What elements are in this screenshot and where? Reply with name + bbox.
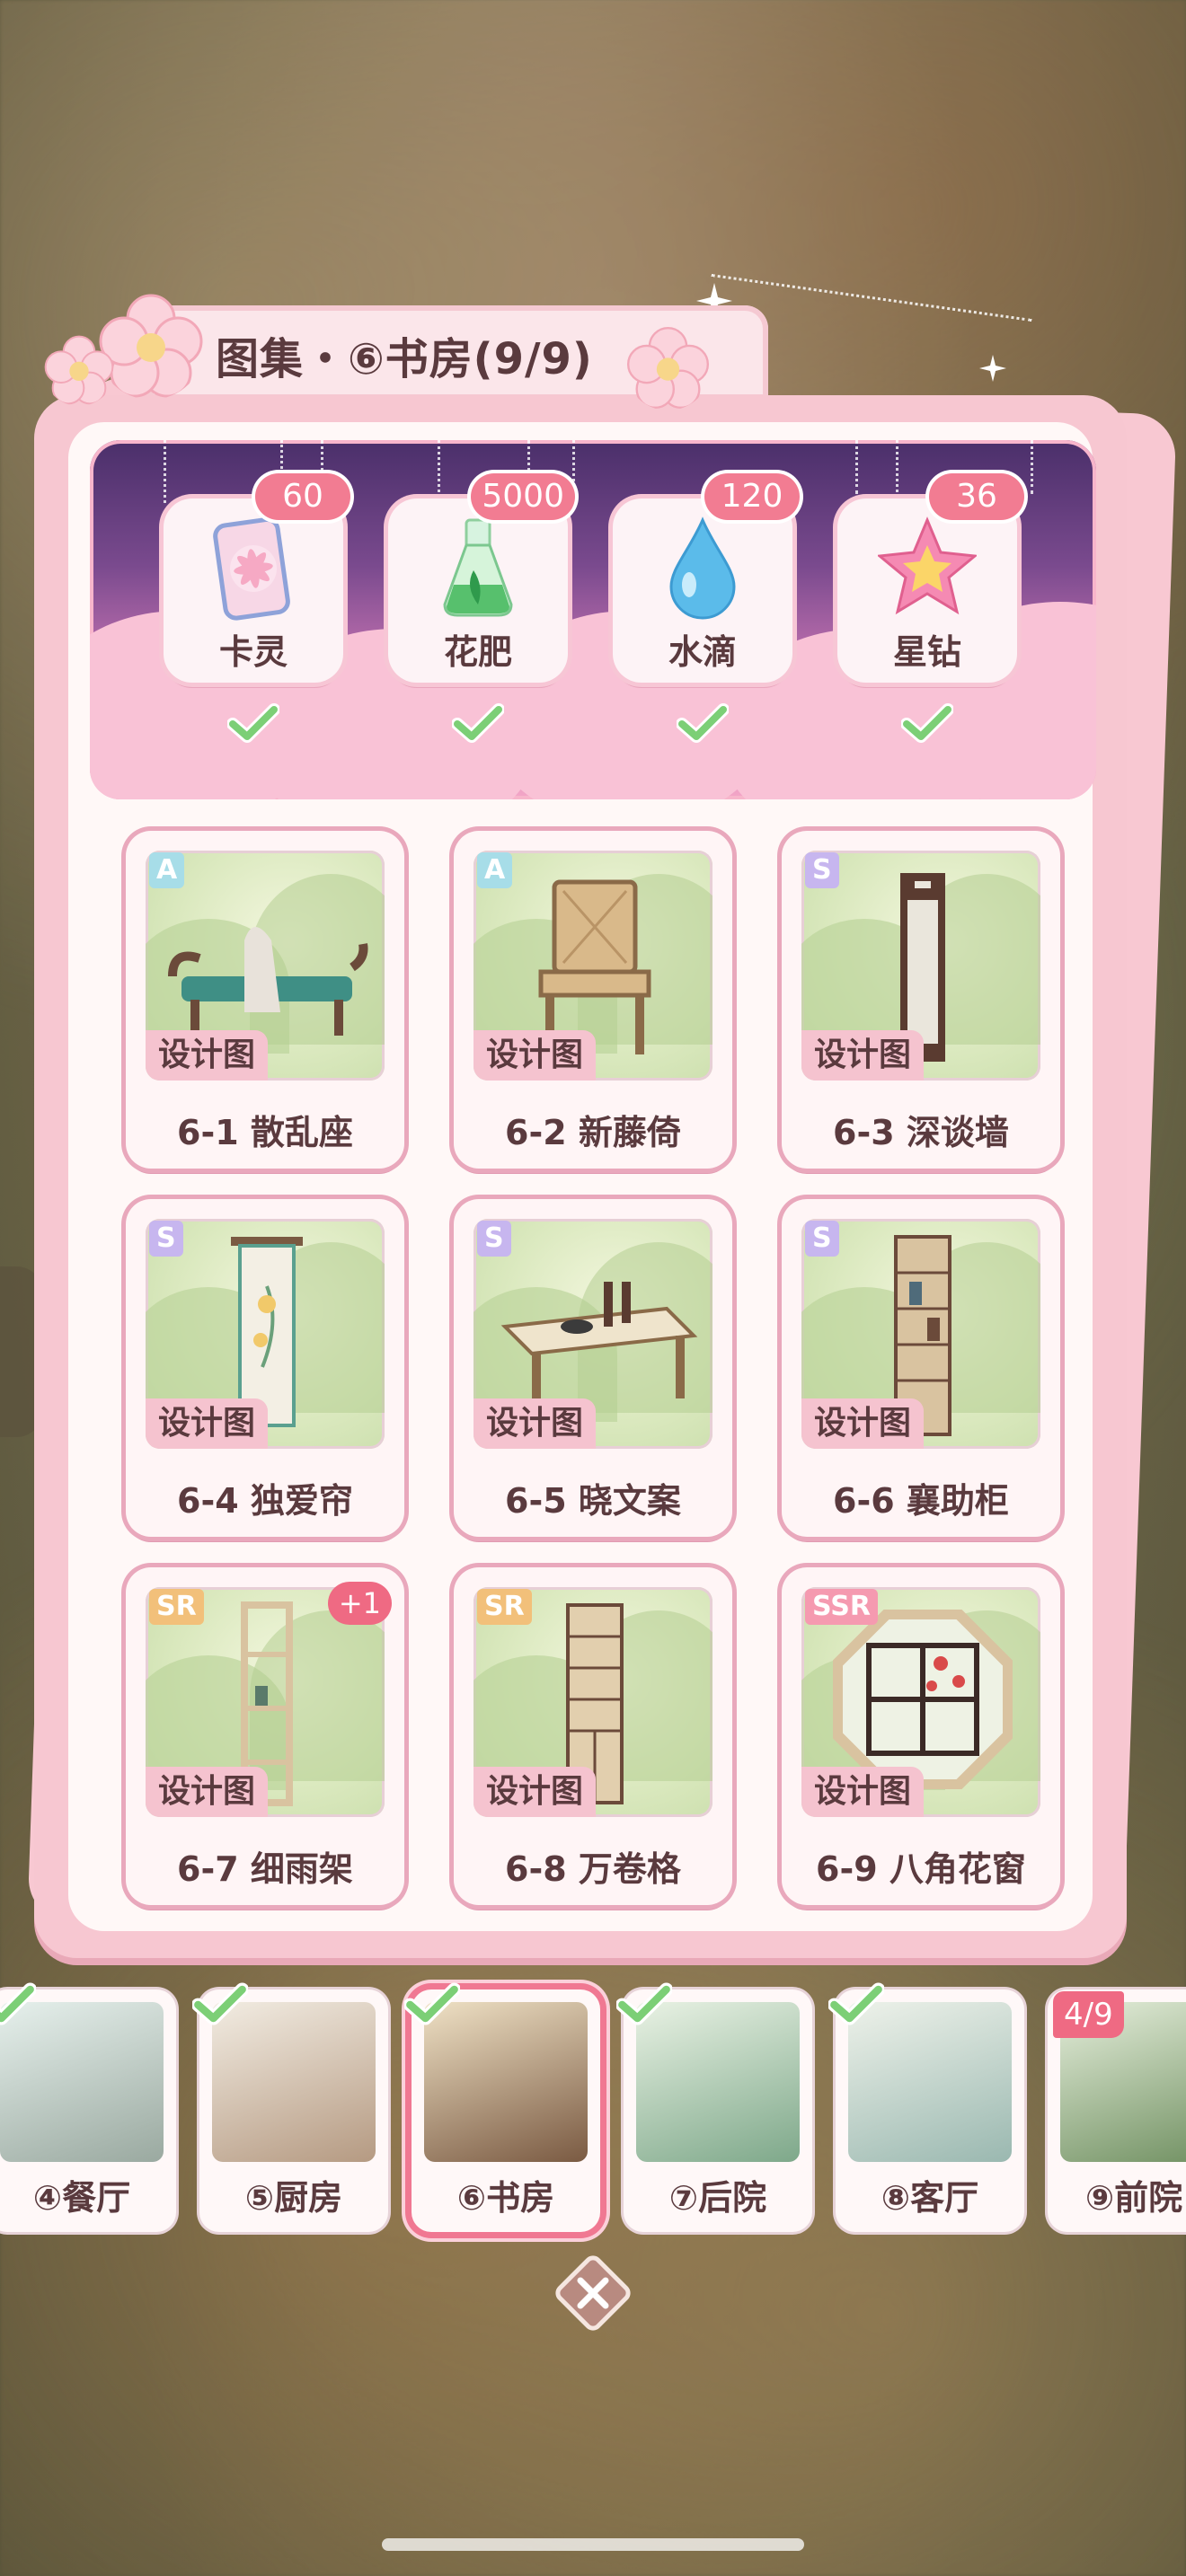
fertilizer-flask-icon (443, 518, 513, 617)
item-card[interactable]: S 设计图 6-4 独爱帘 (126, 1199, 404, 1537)
room-label: ⑨前院 (1085, 2178, 1183, 2218)
item-card[interactable]: SR +1 设计图 6-7 细雨架 (126, 1567, 404, 1905)
blueprint-tag: 设计图 (146, 1398, 269, 1449)
water-drop-icon (669, 516, 736, 620)
reward-fertilizer[interactable]: 花肥 5000 (388, 473, 575, 683)
check-icon (616, 1982, 672, 2025)
rarity-badge: S (805, 1221, 839, 1257)
reward-count-badge: 120 (704, 473, 800, 520)
item-name: 6-3 深谈墙 (833, 1113, 1009, 1152)
close-button[interactable] (550, 2250, 636, 2336)
item-name: 6-6 襄助柜 (833, 1481, 1009, 1521)
room-tab-kitchen[interactable]: ⑤厨房 (192, 1982, 388, 2232)
blueprint-tag: 设计图 (801, 1398, 925, 1449)
item-card[interactable]: SR 设计图 6-8 万卷格 (454, 1567, 732, 1905)
room-tab-backyard[interactable]: ⑦后院 (616, 1982, 812, 2232)
rarity-badge: A (477, 852, 513, 888)
room-label: ④餐厅 (32, 2178, 131, 2218)
check-icon (452, 703, 504, 743)
item-card[interactable]: S 设计图 6-3 深谈墙 (782, 831, 1060, 1169)
cherry-blossom-icon (99, 294, 203, 398)
check-icon (828, 1982, 884, 2025)
item-name: 6-2 新藤倚 (505, 1113, 681, 1152)
item-card[interactable]: SSR 设计图 6-9 八角花窗 (782, 1567, 1060, 1905)
page-title: 图集・⑥书房(9/9) (216, 334, 593, 384)
room-progress-badge: 4/9 (1053, 1991, 1124, 2038)
room-label: ⑥书房 (456, 2178, 555, 2218)
cherry-blossom-icon (626, 326, 710, 410)
check-icon (677, 703, 729, 743)
item-card[interactable]: S 设计图 6-5 晓文案 (454, 1199, 732, 1537)
room-tab-study[interactable]: ⑥书房 (404, 1982, 600, 2232)
room-label: ⑧客厅 (881, 2178, 979, 2218)
item-name: 6-8 万卷格 (505, 1849, 681, 1889)
item-card[interactable]: A 设计图 6-2 新藤倚 (454, 831, 732, 1169)
reward-count-badge: 60 (255, 473, 350, 520)
octagon-window-icon (833, 1610, 1013, 1789)
reward-label: 花肥 (443, 632, 512, 672)
home-indicator[interactable] (382, 2538, 804, 2551)
item-name: 6-9 八角花窗 (816, 1849, 1026, 1889)
item-name: 6-5 晓文案 (505, 1481, 681, 1521)
blueprint-tag: 设计图 (146, 1030, 269, 1081)
room-tab-living[interactable]: ⑧客厅 (828, 1982, 1024, 2232)
new-count-badge: +1 (327, 1582, 392, 1625)
rarity-badge: SR (149, 1589, 204, 1625)
room-label: ⑦后院 (668, 2178, 767, 2218)
rarity-badge: S (805, 852, 839, 888)
check-icon (901, 703, 953, 743)
reward-card-spirit[interactable]: 卡灵 60 (164, 473, 350, 683)
rarity-badge: SSR (805, 1589, 878, 1625)
blueprint-tag: 设计图 (146, 1767, 269, 1817)
item-card[interactable]: A 设计图 6-1 散乱座 (126, 831, 404, 1169)
room-label: ⑤厨房 (244, 2178, 343, 2218)
daybed-icon (168, 927, 368, 1036)
reward-label: 水滴 (668, 632, 737, 672)
blueprint-tag: 设计图 (801, 1030, 925, 1081)
star-diamond-icon (878, 516, 977, 615)
blueprint-tag: 设计图 (474, 1030, 597, 1081)
item-name: 6-7 细雨架 (177, 1849, 353, 1889)
item-card[interactable]: S 设计图 6-6 襄助柜 (782, 1199, 1060, 1537)
cherry-blossom-icon (44, 335, 114, 405)
room-tab-frontyard[interactable]: ⑨前院 4/9 (1048, 1989, 1186, 2232)
rarity-badge: A (149, 852, 185, 888)
blueprint-tag: 设计图 (801, 1767, 925, 1817)
sparkle-icon (979, 355, 1006, 382)
rarity-badge: SR (477, 1589, 532, 1625)
reward-star-diamond[interactable]: 星钻 36 (837, 473, 1024, 683)
card-spirit-icon (213, 516, 290, 621)
rarity-badge: S (477, 1221, 511, 1257)
reward-label: 卡灵 (218, 632, 288, 672)
reward-label: 星钻 (892, 632, 961, 672)
reward-water-drop[interactable]: 水滴 120 (613, 473, 800, 683)
blueprint-tag: 设计图 (474, 1398, 597, 1449)
check-icon (227, 703, 279, 743)
rarity-badge: S (149, 1221, 183, 1257)
room-tab-dining[interactable]: ④餐厅 (0, 1982, 176, 2232)
check-icon (0, 1982, 36, 2025)
reward-count-badge: 5000 (471, 473, 575, 520)
reward-count-badge: 36 (929, 473, 1024, 520)
check-icon (192, 1982, 248, 2025)
item-name: 6-1 散乱座 (177, 1113, 353, 1152)
item-name: 6-4 独爱帘 (177, 1481, 353, 1521)
blueprint-tag: 设计图 (474, 1767, 597, 1817)
check-icon (404, 1982, 460, 2025)
